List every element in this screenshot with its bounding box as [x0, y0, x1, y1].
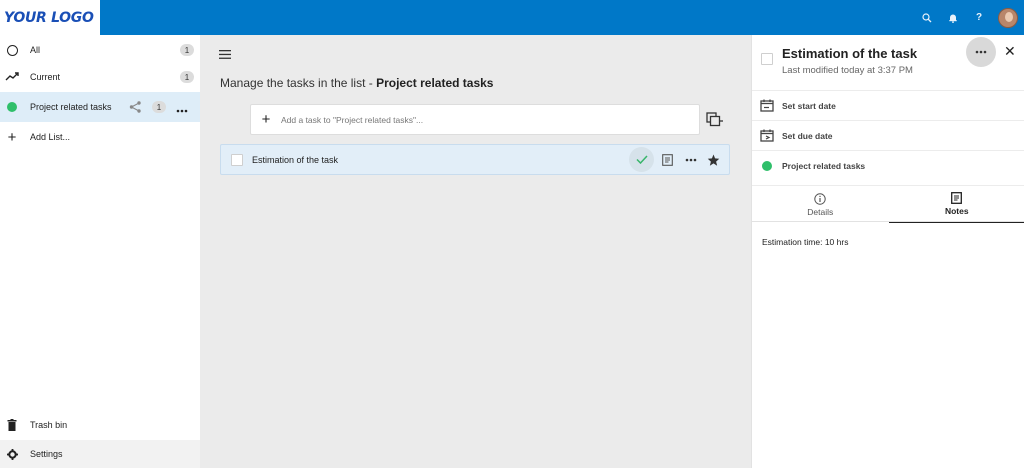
sidebar-item-project-related-tasks[interactable]: Project related tasks 1 — [0, 92, 200, 122]
sidebar: All 1 Current 1 Project related tasks 1 … — [0, 35, 200, 468]
share-icon[interactable] — [129, 101, 142, 115]
add-task-placeholder: Add a task to "Project related tasks"... — [281, 114, 424, 125]
bell-icon[interactable] — [940, 0, 966, 35]
calendar-due-icon — [752, 129, 782, 142]
task-name: Estimation of the task — [252, 154, 339, 165]
sidebar-item-label: Project related tasks — [30, 102, 112, 112]
more-options-button[interactable] — [966, 37, 996, 67]
task-list-selector[interactable]: Project related tasks — [752, 150, 1024, 180]
calendar-start-icon — [752, 99, 782, 112]
complete-check-icon[interactable] — [629, 147, 654, 172]
trash-bin[interactable]: Trash bin — [0, 410, 200, 440]
star-icon[interactable] — [702, 147, 725, 172]
tab-notes-label: Notes — [944, 205, 969, 216]
top-icons: ? — [914, 0, 1024, 35]
page-title-prefix: Manage the tasks in the list - — [220, 76, 377, 90]
green-dot-icon — [7, 102, 17, 112]
notes-icon — [951, 191, 963, 204]
green-dot-icon — [762, 160, 772, 171]
add-list-label: Add List... — [30, 132, 71, 142]
set-due-date-label: Set due date — [782, 130, 833, 141]
avatar[interactable] — [998, 7, 1018, 28]
circle-icon — [6, 44, 18, 56]
sidebar-item-current[interactable]: Current 1 — [0, 62, 200, 92]
task-detail-title[interactable]: Estimation of the task — [782, 46, 917, 61]
logo[interactable]: YOUR LOGO — [0, 0, 100, 35]
tab-details-label: Details — [807, 206, 834, 217]
set-start-date-label: Set start date — [782, 100, 836, 111]
page-title-list: Project related tasks — [376, 76, 494, 90]
add-task-input[interactable]: + Add a task to "Project related tasks".… — [250, 104, 700, 135]
main-content: Manage the tasks in the list - Project r… — [200, 35, 751, 468]
top-bar: YOUR LOGO ? — [0, 0, 1024, 35]
more-options-icon — [975, 50, 987, 54]
settings-label: Settings — [30, 449, 63, 459]
count-badge: 1 — [180, 71, 194, 83]
set-start-date-button[interactable]: Set start date — [752, 90, 1024, 120]
sidebar-item-label: All — [30, 45, 41, 55]
search-icon[interactable] — [914, 0, 940, 35]
count-badge: 1 — [152, 101, 166, 113]
notes-content[interactable]: Estimation time: 10 hrs — [762, 237, 848, 247]
hamburger-menu-icon[interactable] — [219, 50, 231, 61]
close-icon[interactable]: ✕ — [1004, 43, 1016, 60]
sidebar-item-all[interactable]: All 1 — [0, 35, 200, 65]
count-badge: 1 — [180, 44, 194, 56]
settings[interactable]: Settings — [0, 440, 200, 468]
tabs-divider — [752, 221, 1024, 222]
task-detail-panel: Estimation of the task Last modified tod… — [751, 35, 1024, 468]
task-tools — [629, 145, 729, 174]
notes-icon[interactable] — [656, 147, 679, 172]
set-due-date-button[interactable]: Set due date — [752, 120, 1024, 150]
more-options-icon[interactable] — [176, 105, 188, 115]
trash-icon — [0, 419, 24, 431]
info-icon — [814, 192, 826, 205]
plus-icon: + — [7, 128, 17, 146]
trending-icon — [0, 72, 24, 82]
logo-text: YOUR LOGO — [4, 9, 94, 26]
page-title: Manage the tasks in the list - Project r… — [220, 76, 493, 90]
gear-icon — [0, 448, 24, 460]
plus-icon: + — [261, 111, 271, 128]
task-list-label: Project related tasks — [782, 160, 866, 171]
task-checkbox[interactable] — [231, 153, 243, 166]
task-row[interactable]: Estimation of the task — [220, 144, 730, 175]
last-modified-text: Last modified today at 3:37 PM — [782, 65, 913, 76]
copy-tasks-icon[interactable] — [706, 112, 724, 130]
more-options-icon[interactable] — [679, 147, 702, 172]
trash-bin-label: Trash bin — [30, 420, 68, 430]
detail-tabs: Details Notes — [752, 185, 1024, 223]
task-complete-checkbox[interactable] — [761, 53, 773, 65]
tab-details[interactable]: Details — [752, 186, 889, 223]
add-list-button[interactable]: + Add List... — [0, 122, 200, 152]
tab-notes[interactable]: Notes — [888, 186, 1024, 223]
sidebar-item-label: Current — [30, 72, 61, 82]
help-icon[interactable]: ? — [966, 0, 992, 35]
